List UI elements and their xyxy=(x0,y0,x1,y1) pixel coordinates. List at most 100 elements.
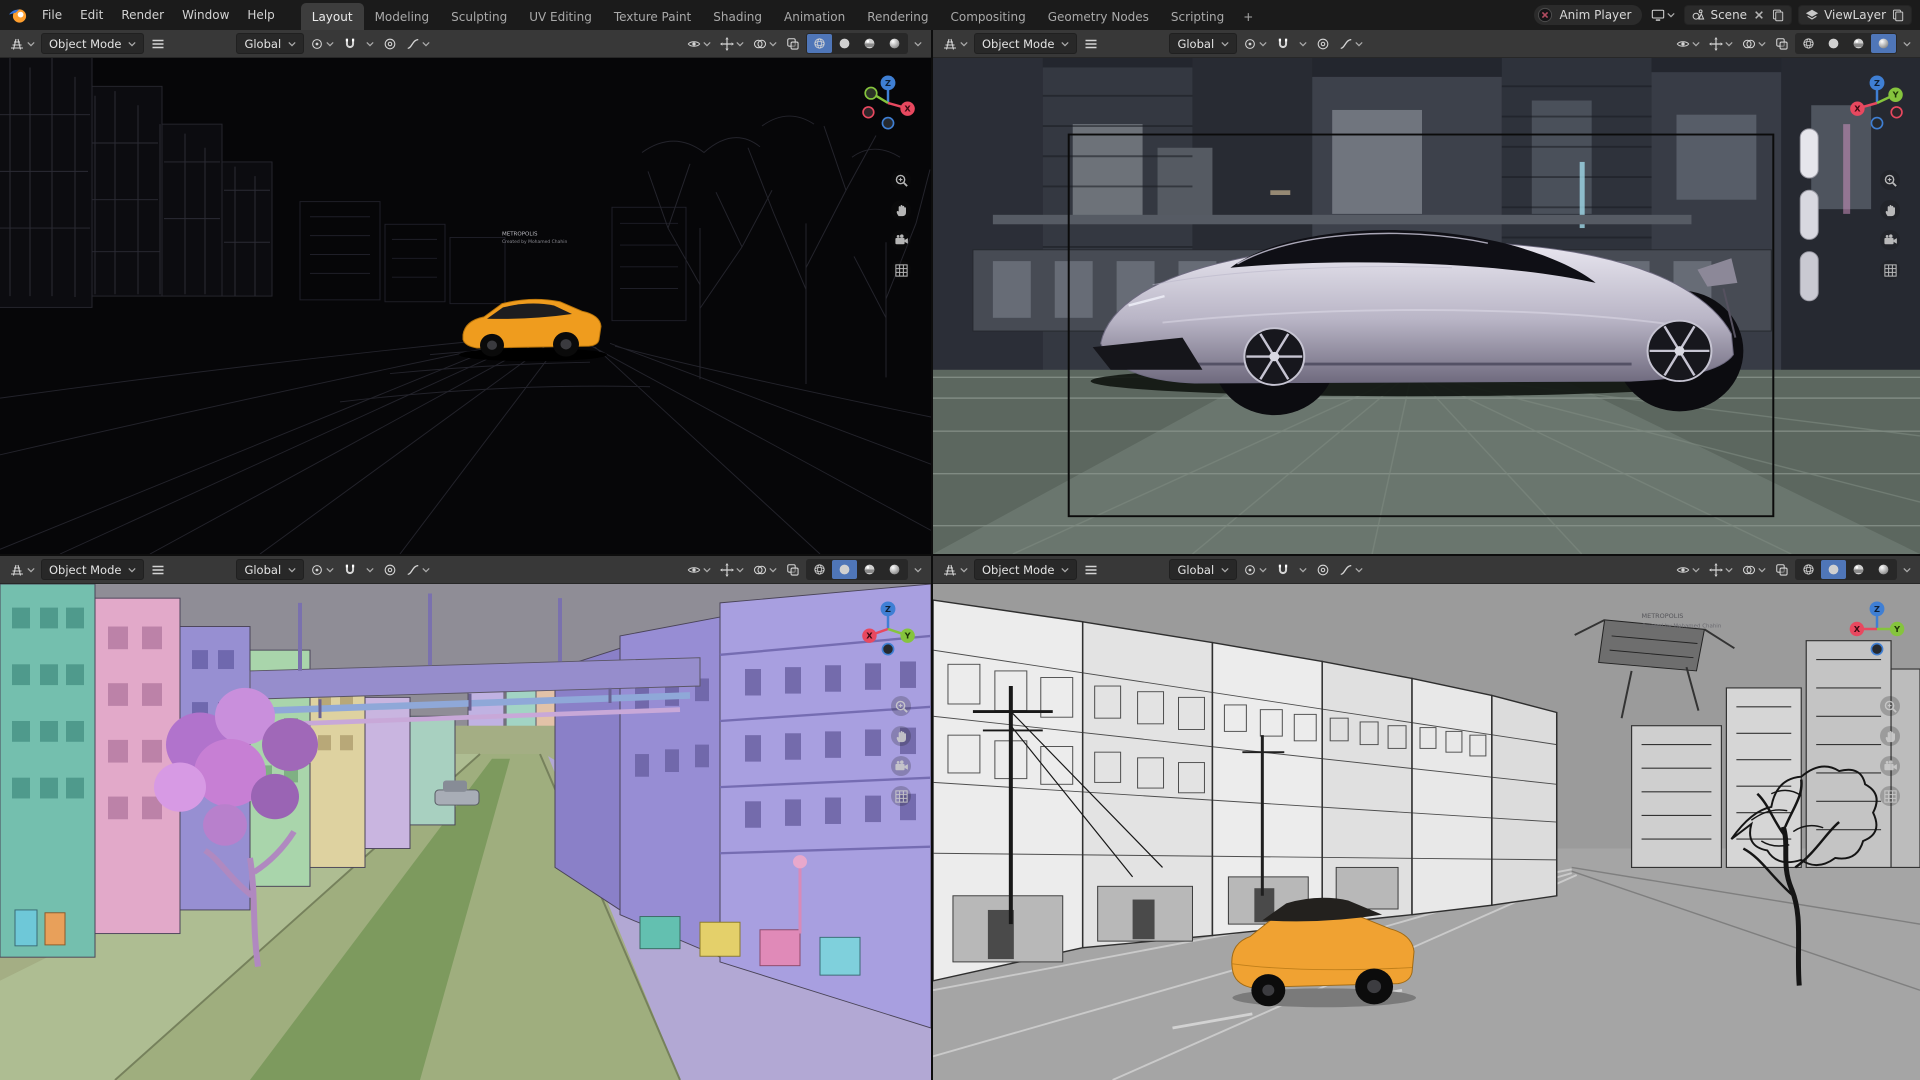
overlays-dropdown[interactable] xyxy=(750,33,780,54)
falloff-select[interactable] xyxy=(1336,33,1366,54)
snap-toggle[interactable] xyxy=(340,33,360,54)
menu-help[interactable]: Help xyxy=(239,8,282,22)
pan-tool[interactable] xyxy=(891,200,911,220)
screen-layout-button[interactable] xyxy=(1648,5,1678,26)
pivot-point-select[interactable] xyxy=(307,559,337,580)
navigation-gizmo[interactable]: Z X xyxy=(855,70,921,136)
viewport-menus-button[interactable] xyxy=(1080,33,1102,54)
snap-toggle[interactable] xyxy=(340,559,360,580)
viewport-menus-button[interactable] xyxy=(147,33,169,54)
editor-type-button[interactable] xyxy=(6,33,38,54)
scene-random-color-city[interactable] xyxy=(0,584,931,1080)
viewport-canvas-bottom-left[interactable]: Z X Y xyxy=(0,584,931,1080)
xray-toggle[interactable] xyxy=(1772,33,1792,54)
viewport-menus-button[interactable] xyxy=(147,559,169,580)
shading-solid-button[interactable] xyxy=(1821,560,1846,579)
shading-material-button[interactable] xyxy=(857,34,882,53)
zoom-tool[interactable] xyxy=(1880,696,1900,716)
navigation-gizmo[interactable]: Z X Y xyxy=(1844,70,1910,136)
snap-toggle[interactable] xyxy=(1273,33,1293,54)
shading-material-button[interactable] xyxy=(1846,34,1871,53)
mode-select[interactable]: Object Mode xyxy=(974,559,1077,580)
viewport-canvas-top-left[interactable]: METROPOLIS Created by Mohamed Chahin xyxy=(0,58,931,554)
perspective-toggle[interactable] xyxy=(1880,260,1900,280)
orientation-select[interactable]: Global xyxy=(236,33,304,54)
tab-compositing[interactable]: Compositing xyxy=(939,3,1036,30)
tab-shading[interactable]: Shading xyxy=(702,3,773,30)
viewport-canvas-bottom-right[interactable]: METROPOLIS Created by Mohamed Chahin Z X… xyxy=(933,584,1920,1080)
shading-settings[interactable] xyxy=(911,33,925,54)
menu-render[interactable]: Render xyxy=(113,8,172,22)
orientation-select[interactable]: Global xyxy=(1169,33,1237,54)
shading-solid-button[interactable] xyxy=(1821,34,1846,53)
scene-wireframe-city[interactable]: METROPOLIS Created by Mohamed Chahin xyxy=(0,58,931,554)
shading-settings[interactable] xyxy=(1900,33,1914,54)
shading-material-button[interactable] xyxy=(857,560,882,579)
mode-select[interactable]: Object Mode xyxy=(41,33,144,54)
anim-player-badge[interactable]: Anim Player xyxy=(1534,5,1642,25)
pivot-point-select[interactable] xyxy=(1240,559,1270,580)
visibility-dropdown[interactable] xyxy=(684,33,714,54)
tab-scripting[interactable]: Scripting xyxy=(1160,3,1235,30)
shading-wireframe-button[interactable] xyxy=(1796,34,1821,53)
pan-tool[interactable] xyxy=(1880,726,1900,746)
tab-geometry-nodes[interactable]: Geometry Nodes xyxy=(1037,3,1160,30)
editor-type-button[interactable] xyxy=(939,559,971,580)
mode-select[interactable]: Object Mode xyxy=(974,33,1077,54)
visibility-dropdown[interactable] xyxy=(1673,559,1703,580)
viewlayer-selector[interactable]: ViewLayer xyxy=(1798,5,1912,25)
navigation-gizmo[interactable]: Z X Y xyxy=(855,596,921,662)
snap-settings[interactable] xyxy=(363,559,377,580)
gizmos-dropdown[interactable] xyxy=(717,33,747,54)
overlays-dropdown[interactable] xyxy=(750,559,780,580)
overlays-dropdown[interactable] xyxy=(1739,33,1769,54)
tab-modeling[interactable]: Modeling xyxy=(364,3,441,30)
editor-type-button[interactable] xyxy=(939,33,971,54)
shading-wireframe-button[interactable] xyxy=(1796,560,1821,579)
pivot-point-select[interactable] xyxy=(307,33,337,54)
editor-type-button[interactable] xyxy=(6,559,38,580)
orientation-select[interactable]: Global xyxy=(1169,559,1237,580)
mode-select[interactable]: Object Mode xyxy=(41,559,144,580)
falloff-select[interactable] xyxy=(403,33,433,54)
scene-solid-gray-city[interactable]: METROPOLIS Created by Mohamed Chahin xyxy=(933,584,1920,1080)
pan-tool[interactable] xyxy=(891,726,911,746)
zoom-tool[interactable] xyxy=(891,696,911,716)
proportional-edit-toggle[interactable] xyxy=(1313,559,1333,580)
camera-view-toggle[interactable] xyxy=(891,756,911,776)
shading-wireframe-button[interactable] xyxy=(807,560,832,579)
snap-settings[interactable] xyxy=(363,33,377,54)
proportional-edit-toggle[interactable] xyxy=(1313,33,1333,54)
add-workspace-button[interactable]: + xyxy=(1235,3,1261,30)
navigation-gizmo[interactable]: Z X Y xyxy=(1844,596,1910,662)
menu-file[interactable]: File xyxy=(34,8,70,22)
new-scene-icon[interactable] xyxy=(1771,8,1785,22)
shading-material-button[interactable] xyxy=(1846,560,1871,579)
tab-animation[interactable]: Animation xyxy=(773,3,856,30)
tab-uv-editing[interactable]: UV Editing xyxy=(518,3,603,30)
xray-toggle[interactable] xyxy=(783,33,803,54)
perspective-toggle[interactable] xyxy=(1880,786,1900,806)
new-viewlayer-icon[interactable] xyxy=(1891,8,1905,22)
menu-edit[interactable]: Edit xyxy=(72,8,111,22)
visibility-dropdown[interactable] xyxy=(684,559,714,580)
camera-view-toggle[interactable] xyxy=(1880,230,1900,250)
snap-settings[interactable] xyxy=(1296,559,1310,580)
falloff-select[interactable] xyxy=(403,559,433,580)
proportional-edit-toggle[interactable] xyxy=(380,33,400,54)
camera-view-toggle[interactable] xyxy=(891,230,911,250)
perspective-toggle[interactable] xyxy=(891,260,911,280)
xray-toggle[interactable] xyxy=(1772,559,1792,580)
pivot-point-select[interactable] xyxy=(1240,33,1270,54)
overlays-dropdown[interactable] xyxy=(1739,559,1769,580)
shading-wireframe-button[interactable] xyxy=(807,34,832,53)
xray-toggle[interactable] xyxy=(783,559,803,580)
orientation-select[interactable]: Global xyxy=(236,559,304,580)
shading-settings[interactable] xyxy=(911,559,925,580)
camera-view-toggle[interactable] xyxy=(1880,756,1900,776)
menu-window[interactable]: Window xyxy=(174,8,237,22)
shading-solid-button[interactable] xyxy=(832,34,857,53)
viewport-menus-button[interactable] xyxy=(1080,559,1102,580)
falloff-select[interactable] xyxy=(1336,559,1366,580)
gizmos-dropdown[interactable] xyxy=(1706,559,1736,580)
